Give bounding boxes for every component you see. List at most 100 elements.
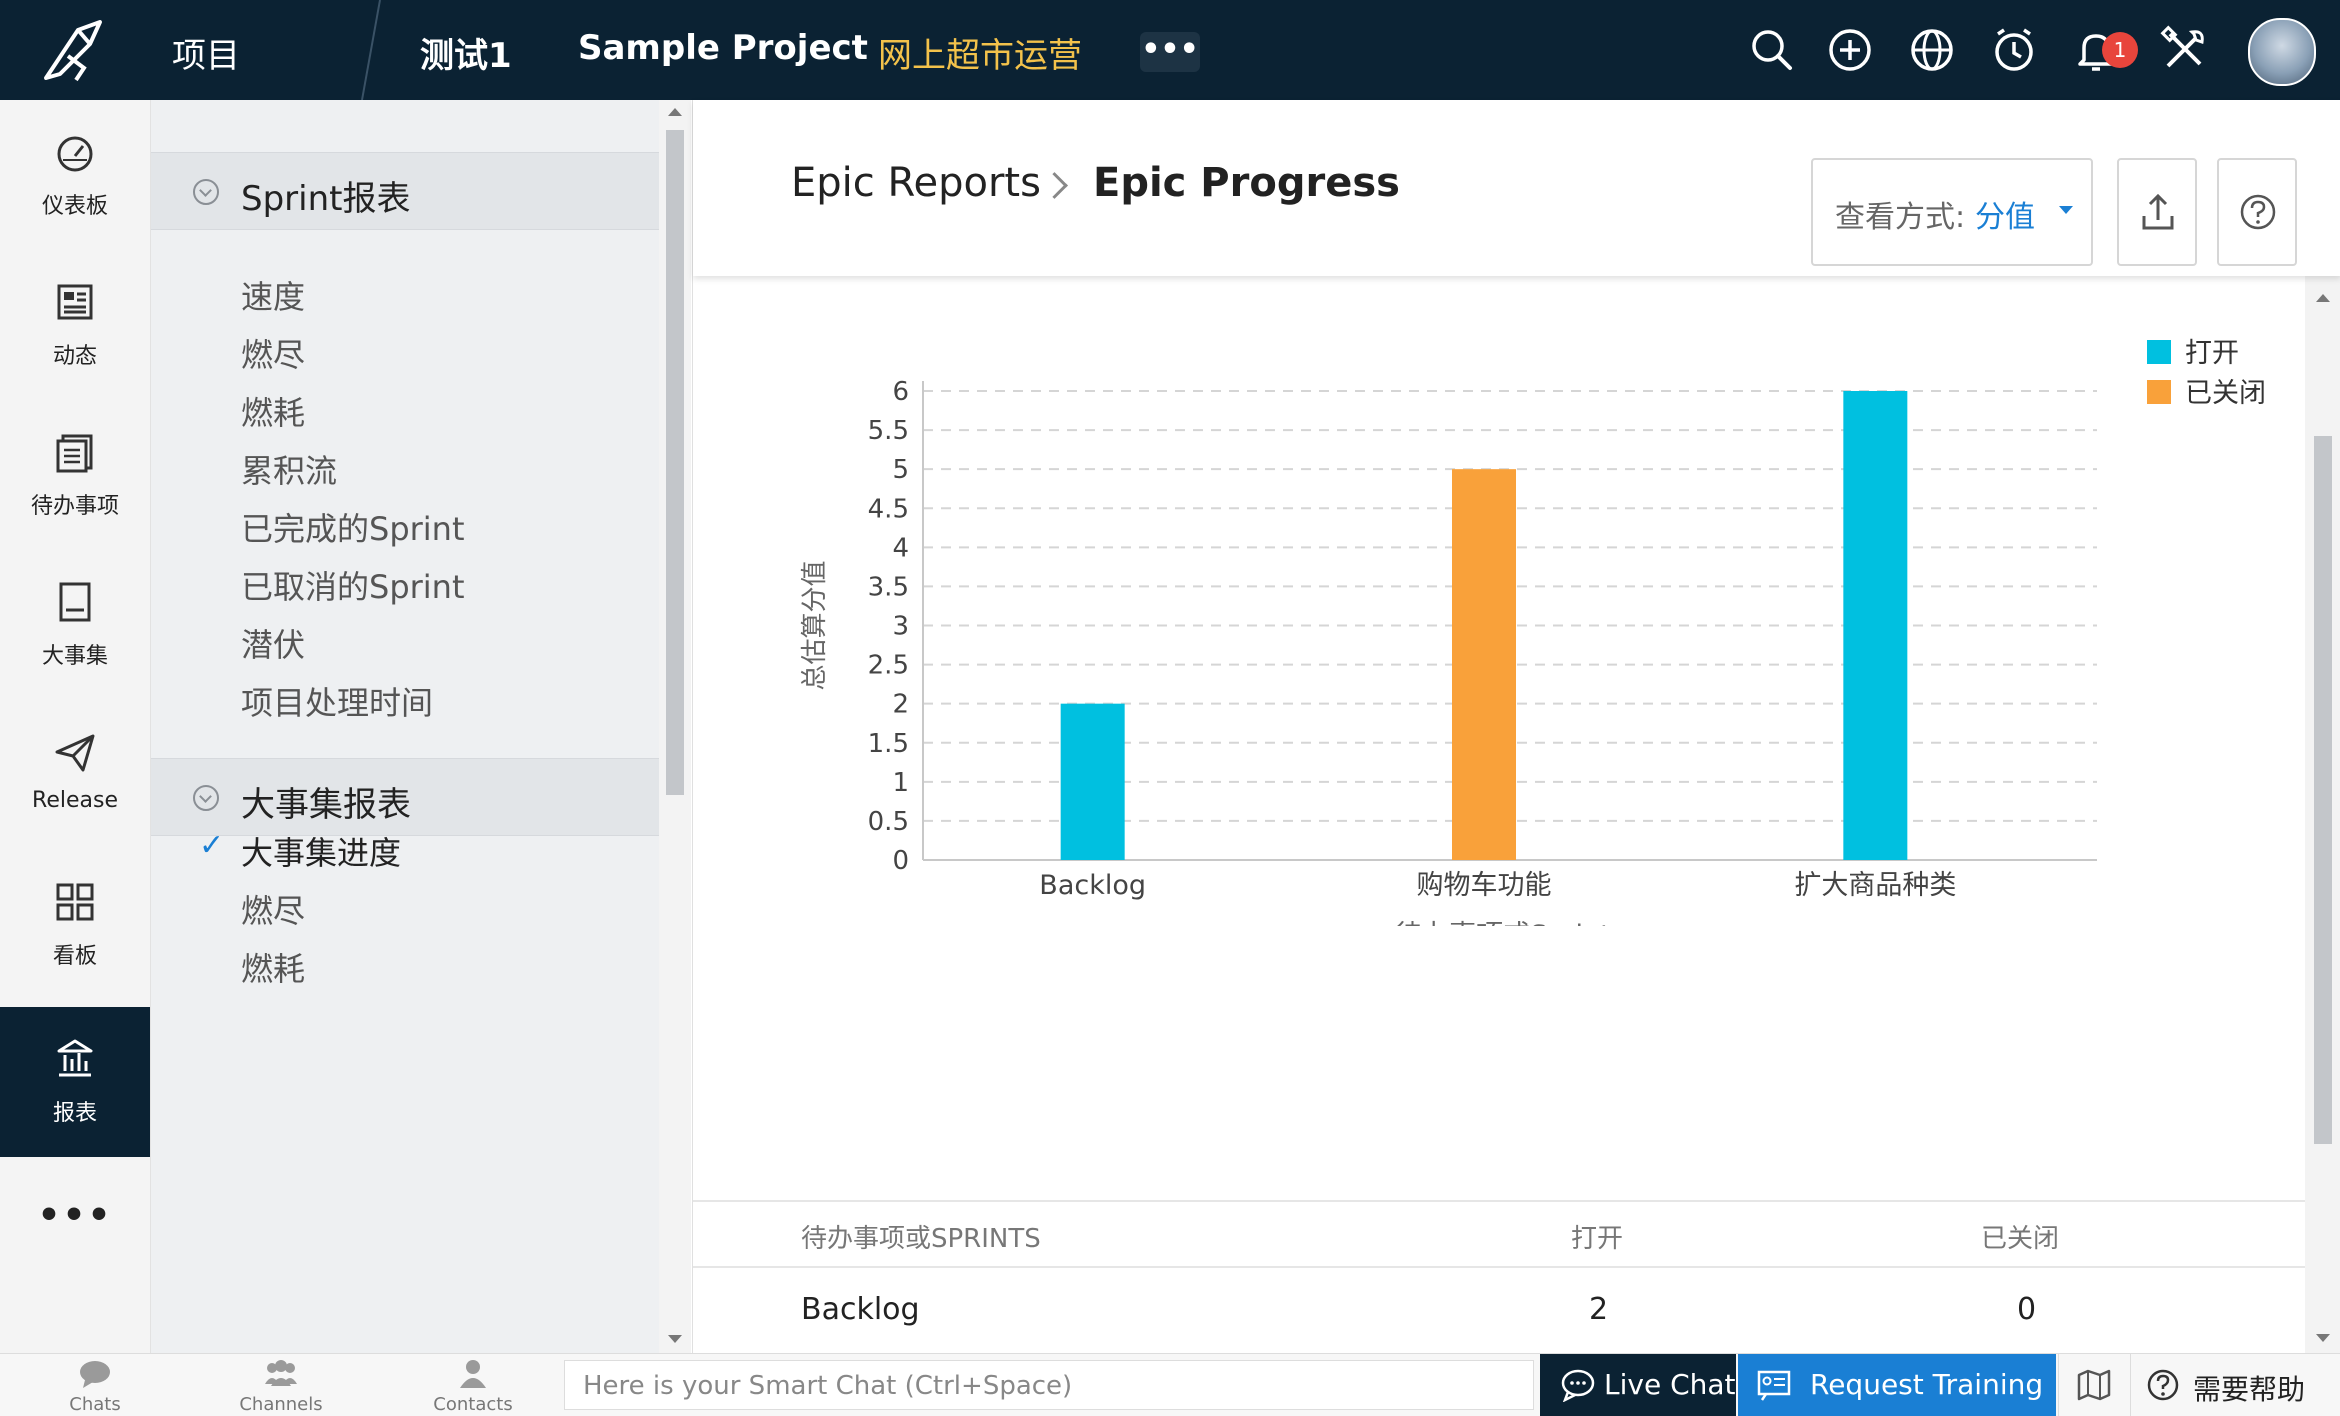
y-tick-label: 6 <box>892 377 909 407</box>
map-icon <box>2077 1369 2111 1401</box>
more-projects-button[interactable]: ••• <box>1140 32 1200 72</box>
nav-item-backlog[interactable]: 待办事项 <box>0 400 150 550</box>
nav-label: 大事集 <box>41 644 108 669</box>
bar-0 <box>1060 703 1125 860</box>
release-icon <box>55 734 95 772</box>
training-icon <box>1757 1370 1791 1401</box>
chart-svg: 0 0.5 1 1.5 2 2.5 3 3.5 4 4.5 5 5.5 6 Backlog 购物车功能 扩大商… <box>800 338 2266 926</box>
nav-label: Release <box>32 788 118 813</box>
tab-label: Chats <box>69 1394 121 1415</box>
x-tick-label: 扩大商品种类 <box>1794 870 1956 901</box>
report-completed-sprint[interactable]: 已完成的Sprint <box>241 504 465 550</box>
request-training-label: Request Training <box>1810 1368 2044 1401</box>
nav-item-feed[interactable]: 动态 <box>0 250 150 400</box>
y-tick-label: 2.5 <box>868 651 909 681</box>
y-tick-label: 3 <box>892 612 909 642</box>
report-velocity[interactable]: 速度 <box>241 272 305 318</box>
tab-chats[interactable]: Chats <box>0 1354 190 1416</box>
request-training-button[interactable]: Request Training <box>1738 1354 2056 1416</box>
chat-icon <box>1561 1369 1595 1402</box>
table-header-name: 待办事项或SPRINTS <box>801 1224 1041 1254</box>
report-cancelled-sprint[interactable]: 已取消的Sprint <box>241 562 465 608</box>
smart-chat-input[interactable]: Here is your Smart Chat (Ctrl+Space) <box>564 1360 1534 1410</box>
section-sprint-reports[interactable]: Sprint报表 <box>151 152 659 230</box>
page-title: Epic Progress <box>1093 160 1400 206</box>
search-icon[interactable] <box>1744 22 1800 78</box>
tab-label: Contacts <box>433 1394 513 1415</box>
report-latency[interactable]: 潜伏 <box>241 620 305 666</box>
crumb-portal[interactable]: 测试1 <box>420 28 512 77</box>
live-chat-label: Live Chat <box>1604 1368 1736 1401</box>
scroll-thumb[interactable] <box>2314 436 2332 1144</box>
map-button[interactable] <box>2058 1354 2129 1416</box>
view-by-dropdown[interactable]: 查看方式: 分值 <box>1811 158 2093 266</box>
nav-label: 动态 <box>52 344 97 369</box>
top-bar: 项目 测试1 Sample Project 网上超市运营 ••• 1 <box>0 0 2340 100</box>
nav-item-release[interactable]: Release <box>0 700 150 850</box>
report-cumulative-flow[interactable]: 累积流 <box>241 446 337 492</box>
question-icon <box>2147 1369 2179 1401</box>
bar-1 <box>1452 469 1516 860</box>
panel-scrollbar[interactable] <box>659 100 691 1353</box>
user-avatar[interactable] <box>2248 18 2316 86</box>
crumb-current-project[interactable]: 网上超市运营 <box>878 28 1082 77</box>
scroll-down-arrow[interactable] <box>2316 1334 2330 1342</box>
nav-item-epic[interactable]: 大事集 <box>0 550 150 700</box>
nav-more-button[interactable]: ••• <box>0 1195 150 1255</box>
crumb-project[interactable]: Sample Project <box>578 28 868 68</box>
x-tick-label: 购物车功能 <box>1417 870 1552 901</box>
nav-item-board[interactable]: 看板 <box>0 850 150 1000</box>
board-icon <box>56 883 94 921</box>
report-epic-burndown[interactable]: 燃尽 <box>241 886 305 932</box>
reports-icon <box>57 1039 93 1077</box>
breadcrumb-epic-reports[interactable]: Epic Reports <box>791 160 1041 206</box>
app-logo-icon[interactable] <box>38 12 114 88</box>
bar-2 <box>1843 391 1908 860</box>
scroll-up-arrow[interactable] <box>2316 294 2330 302</box>
globe-icon[interactable] <box>1904 22 1960 78</box>
question-icon <box>2240 194 2276 230</box>
nav-item-dashboard[interactable]: 仪表板 <box>0 100 150 250</box>
section-epic-reports[interactable]: 大事集报表 <box>151 758 659 836</box>
tab-channels[interactable]: Channels <box>186 1354 376 1416</box>
scroll-thumb[interactable] <box>666 130 684 795</box>
report-cycle-time[interactable]: 项目处理时间 <box>241 678 433 724</box>
person-icon <box>460 1360 486 1388</box>
report-burndown[interactable]: 燃尽 <box>241 330 305 376</box>
bottom-bar: Chats Channels Contacts Here is your Sma… <box>0 1353 2340 1416</box>
legend-label: 已关闭 <box>2185 378 2266 409</box>
epic-progress-chart: 0 0.5 1 1.5 2 2.5 3 3.5 4 4.5 5 5.5 6 Backlog 购物车功能 扩大商… <box>693 276 2305 926</box>
scroll-up-arrow[interactable] <box>668 108 682 116</box>
table-header-closed: 已关闭 <box>1981 1224 2060 1254</box>
report-epic-progress[interactable]: 大事集进度 <box>241 828 401 874</box>
tab-contacts[interactable]: Contacts <box>378 1354 568 1416</box>
dashboard-icon <box>57 136 93 172</box>
scroll-down-arrow[interactable] <box>668 1335 682 1343</box>
y-tick-label: 0.5 <box>868 807 909 837</box>
legend-swatch <box>2147 340 2171 364</box>
group-icon <box>265 1360 297 1386</box>
need-help-button[interactable]: 需要帮助 <box>2130 1354 2340 1416</box>
y-tick-label: 1 <box>892 768 909 798</box>
help-button[interactable] <box>2217 158 2297 266</box>
x-axis-title: 待办事项或Sprints <box>1395 920 1625 926</box>
nav-label: 仪表板 <box>41 194 108 219</box>
timer-icon[interactable] <box>1986 22 2042 78</box>
tools-icon[interactable] <box>2156 22 2212 78</box>
report-epic-burnup[interactable]: 燃耗 <box>241 944 305 990</box>
chat-bubble-icon <box>80 1361 110 1388</box>
table-row[interactable]: Backlog 2 0 <box>693 1266 2305 1348</box>
report-burnup[interactable]: 燃耗 <box>241 388 305 434</box>
main-scrollbar[interactable] <box>2305 276 2340 1353</box>
y-tick-label: 1.5 <box>868 729 909 759</box>
table-cell-name: Backlog <box>801 1292 920 1327</box>
notification-badge[interactable]: 1 <box>2102 32 2138 68</box>
chevron-down-icon <box>193 179 219 205</box>
nav-item-reports[interactable]: 报表 <box>0 1007 150 1157</box>
add-icon[interactable] <box>1822 22 1878 78</box>
export-button[interactable] <box>2117 158 2197 266</box>
live-chat-button[interactable]: Live Chat <box>1540 1354 1736 1416</box>
section-title: 大事集报表 <box>241 785 411 825</box>
table-header-open: 打开 <box>1571 1224 1624 1254</box>
projects-menu[interactable]: 项目 <box>172 28 240 77</box>
